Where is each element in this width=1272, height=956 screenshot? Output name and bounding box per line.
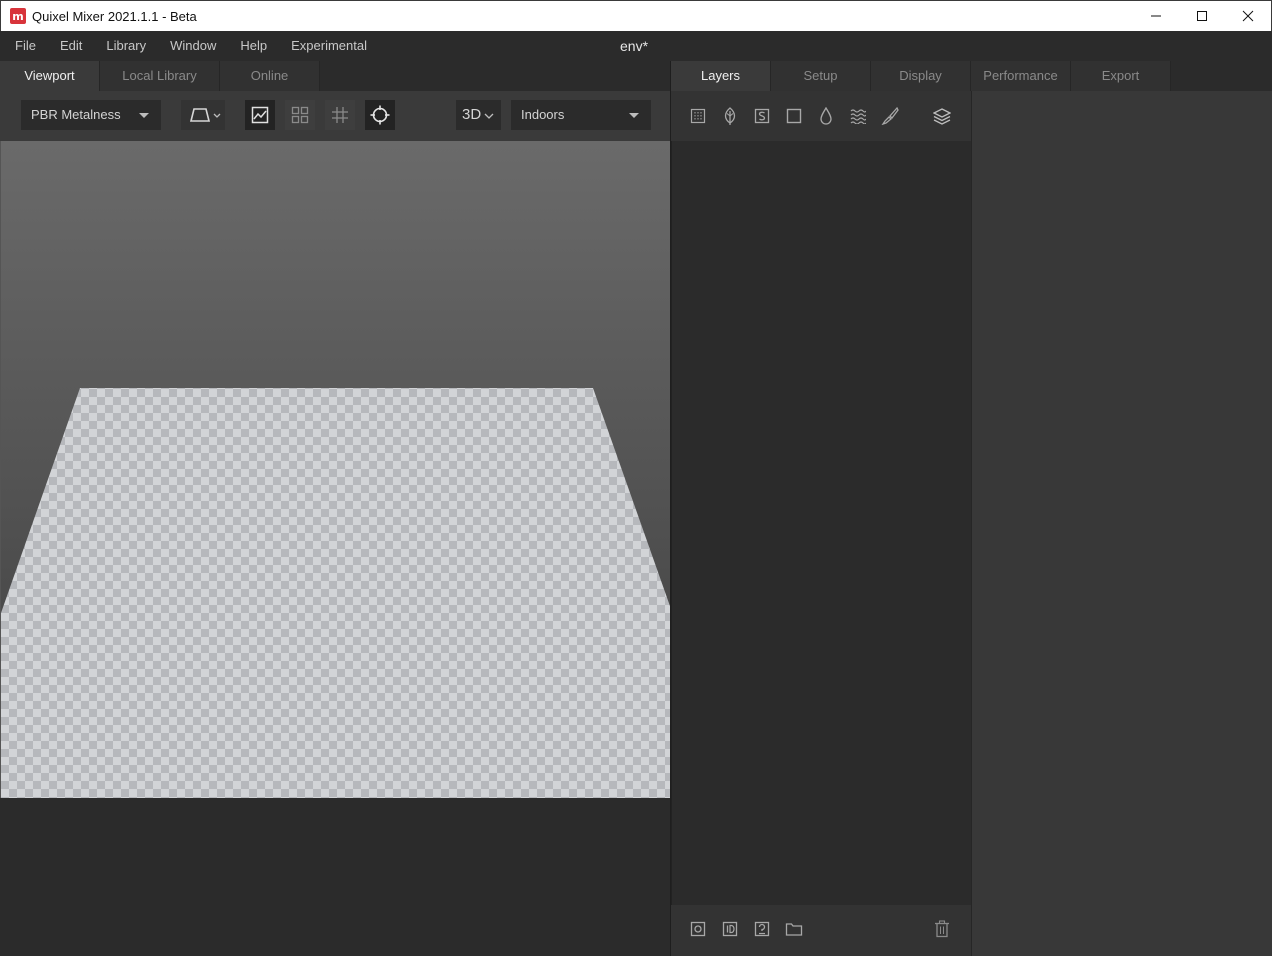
surface-layer-icon — [690, 108, 706, 124]
layers-toolbar — [671, 91, 971, 141]
water-drop-icon — [820, 107, 832, 125]
minimize-icon[interactable] — [1133, 1, 1179, 31]
trash-icon — [935, 920, 949, 938]
menu-file[interactable]: File — [0, 31, 48, 61]
menu-edit[interactable]: Edit — [48, 31, 94, 61]
viewport-toolbar: PBR Metalness 3D Indoors — [0, 91, 670, 141]
grid-overlay-button[interactable] — [325, 100, 355, 130]
environment-value: Indoors — [521, 107, 565, 122]
tab-export[interactable]: Export — [1071, 61, 1171, 91]
menu-library[interactable]: Library — [94, 31, 158, 61]
add-leaf-layer-button[interactable] — [719, 105, 741, 127]
chevron-down-icon — [139, 113, 149, 118]
smart-material-icon — [754, 108, 770, 124]
layers-footer — [671, 905, 971, 956]
material-mode-dropdown[interactable]: PBR Metalness — [21, 100, 161, 130]
menu-experimental[interactable]: Experimental — [279, 31, 379, 61]
document-title: env* — [620, 38, 649, 54]
app-logo-icon: m — [10, 8, 26, 24]
menu-help[interactable]: Help — [228, 31, 279, 61]
menu-bar: File Edit Library Window Help Experiment… — [0, 31, 1272, 61]
window-controls — [1133, 1, 1271, 31]
title-bar: m Quixel Mixer 2021.1.1 - Beta — [0, 0, 1272, 31]
tab-setup[interactable]: Setup — [771, 61, 871, 91]
leaf-layer-icon — [724, 107, 736, 125]
checker-plane — [1, 388, 670, 798]
tab-online[interactable]: Online — [220, 61, 320, 91]
layer-stack-icon — [933, 108, 951, 125]
grid-view-icon — [291, 106, 309, 124]
add-fill-layer-button[interactable] — [815, 105, 837, 127]
view-mode-value: 3D — [462, 106, 482, 123]
tab-performance[interactable]: Performance — [971, 61, 1071, 91]
material-mode-value: PBR Metalness — [31, 107, 121, 122]
chevron-down-icon — [629, 113, 639, 118]
solid-layer-icon — [786, 108, 802, 124]
focus-target-button[interactable] — [365, 100, 395, 130]
unknown-map-icon — [754, 921, 770, 937]
folder-icon — [785, 923, 803, 936]
add-smart-material-button[interactable] — [751, 105, 773, 127]
viewport-footer-area — [0, 798, 670, 956]
menu-window[interactable]: Window — [158, 31, 228, 61]
chevron-down-icon — [484, 113, 494, 119]
image-view-button[interactable] — [245, 100, 275, 130]
tab-local-library[interactable]: Local Library — [100, 61, 220, 91]
maximize-icon[interactable] — [1179, 1, 1225, 31]
delete-layer-button[interactable] — [931, 918, 953, 940]
layers-list[interactable] — [671, 141, 971, 905]
id-mask-icon — [722, 921, 738, 937]
add-mask-button[interactable] — [687, 918, 709, 940]
window-title: Quixel Mixer 2021.1.1 - Beta — [32, 8, 197, 24]
tab-viewport[interactable]: Viewport — [0, 61, 100, 91]
environment-dropdown[interactable]: Indoors — [511, 100, 651, 130]
close-icon[interactable] — [1225, 1, 1271, 31]
id-mask-button[interactable] — [719, 918, 741, 940]
tab-layers[interactable]: Layers — [671, 61, 771, 91]
brush-icon — [881, 107, 899, 125]
add-solid-layer-button[interactable] — [783, 105, 805, 127]
add-mask-icon — [690, 921, 706, 937]
3d-viewport[interactable] — [0, 141, 670, 798]
projection-dropdown[interactable] — [181, 100, 225, 130]
right-tab-bar: Layers Setup Display Performance Export — [671, 61, 1272, 91]
add-surface-layer-button[interactable] — [687, 105, 709, 127]
left-tab-bar: Viewport Local Library Online — [0, 61, 670, 91]
focus-target-icon — [370, 105, 390, 125]
fluid-layer-icon — [850, 109, 866, 124]
projection-icon — [189, 108, 221, 122]
properties-panel — [971, 91, 1272, 956]
add-fluid-layer-button[interactable] — [847, 105, 869, 127]
tab-display[interactable]: Display — [871, 61, 971, 91]
layer-stack-button[interactable] — [931, 105, 953, 127]
add-paint-layer-button[interactable] — [879, 105, 901, 127]
new-folder-button[interactable] — [783, 918, 805, 940]
grid-view-button[interactable] — [285, 100, 315, 130]
image-icon — [251, 106, 269, 124]
unknown-map-button[interactable] — [751, 918, 773, 940]
view-mode-dropdown[interactable]: 3D — [456, 100, 501, 130]
grid-overlay-icon — [332, 107, 348, 123]
